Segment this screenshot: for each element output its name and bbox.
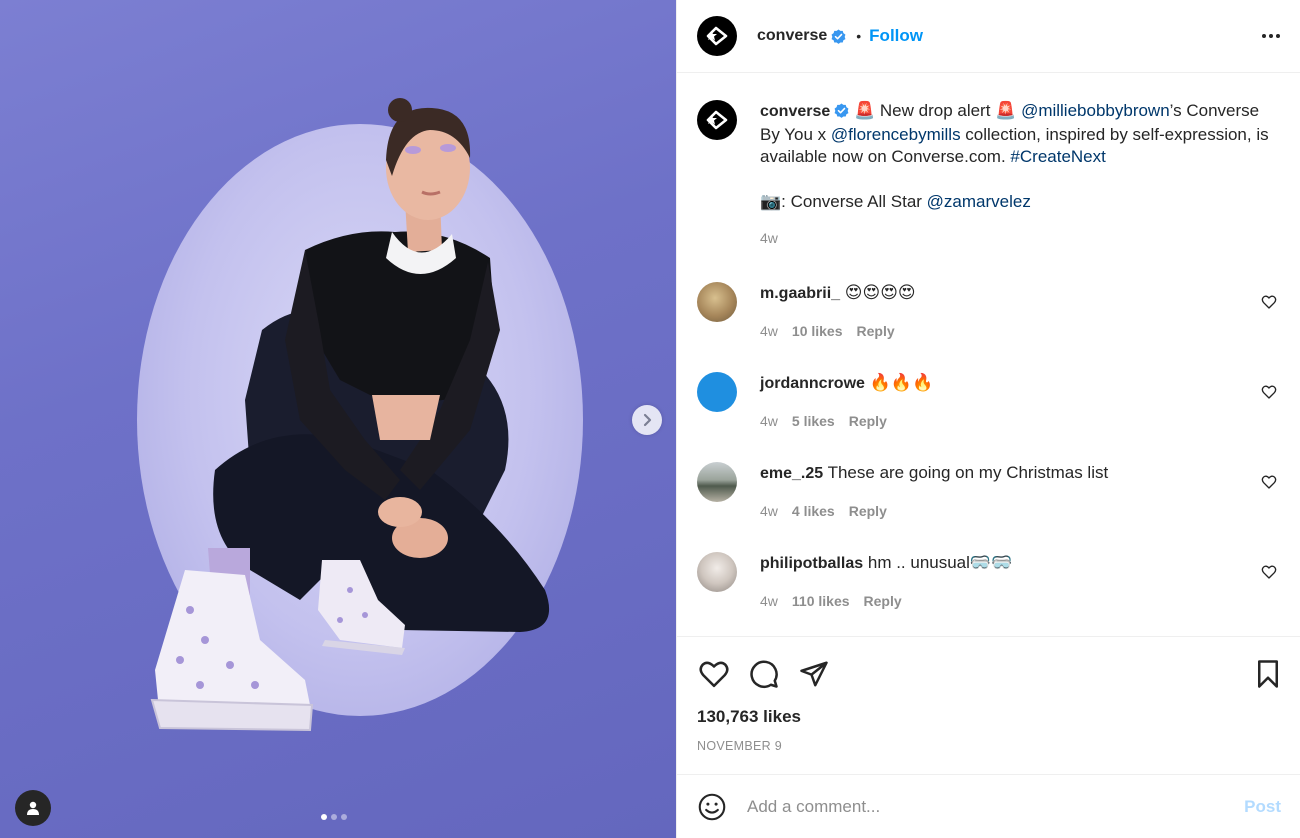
post-side-panel: converse • Follow converse 🚨 New drop al… xyxy=(676,0,1300,838)
comment-timestamp[interactable]: 4w xyxy=(760,500,778,523)
add-comment-bar: Post xyxy=(677,774,1300,838)
commenter-avatar[interactable] xyxy=(697,282,737,322)
post-photo[interactable] xyxy=(0,0,676,838)
comment-input[interactable] xyxy=(747,796,1245,817)
carousel-dot xyxy=(341,814,347,820)
caption-username[interactable]: converse xyxy=(760,103,830,120)
carousel-dot xyxy=(331,814,337,820)
verified-badge-icon xyxy=(831,28,846,44)
comment-text: These are going on my Christmas list xyxy=(827,463,1109,482)
comment-text: 🔥🔥🔥 xyxy=(869,373,934,392)
photo-credit-text: 📷: Converse All Star xyxy=(760,191,927,211)
share-button[interactable] xyxy=(797,657,831,691)
chevron-right-icon xyxy=(643,413,652,427)
model-illustration xyxy=(150,98,550,732)
heart-icon xyxy=(699,661,729,688)
comment-likes[interactable]: 4 likes xyxy=(792,500,835,523)
user-tag-icon xyxy=(27,801,39,815)
comments-list[interactable]: converse 🚨 New drop alert 🚨 @milliebobby… xyxy=(677,74,1300,636)
heart-icon[interactable] xyxy=(1261,384,1277,400)
smiley-icon xyxy=(698,793,726,820)
commenter-avatar[interactable] xyxy=(697,462,737,502)
post-actions: 130,763 likes NOVEMBER 9 xyxy=(677,636,1300,753)
hashtag-link[interactable]: #CreateNext xyxy=(1010,147,1105,166)
converse-logo-icon xyxy=(706,110,728,130)
like-count[interactable]: 130,763 likes xyxy=(697,707,801,727)
comment-icon xyxy=(750,660,778,688)
like-button[interactable] xyxy=(697,657,731,691)
comment-item: eme_.25 These are going on my Christmas … xyxy=(697,462,1281,522)
commenter-username[interactable]: philipotballas xyxy=(760,555,863,572)
commenter-username[interactable]: eme_.25 xyxy=(760,465,823,482)
comment-likes[interactable]: 10 likes xyxy=(792,320,843,343)
reply-button[interactable]: Reply xyxy=(857,320,895,343)
comment-item: m.gaabrii_ 😍😍😍😍 4w 10 likes Reply xyxy=(697,282,1281,342)
mention-link[interactable]: @zamarvelez xyxy=(927,192,1031,211)
bookmark-icon xyxy=(1258,660,1278,688)
comment-likes[interactable]: 110 likes xyxy=(792,590,850,613)
author-avatar[interactable] xyxy=(697,16,737,56)
post-date[interactable]: NOVEMBER 9 xyxy=(697,739,782,753)
commenter-username[interactable]: m.gaabrii_ xyxy=(760,285,840,302)
tagged-users-button[interactable] xyxy=(15,790,51,826)
comment-text: hm .. unusual🥽🥽 xyxy=(867,553,1013,572)
heart-icon[interactable] xyxy=(1261,564,1277,580)
paper-plane-icon xyxy=(800,661,828,687)
commenter-username[interactable]: jordanncrowe xyxy=(760,375,865,392)
caption-timestamp[interactable]: 4w xyxy=(760,227,778,250)
reply-button[interactable]: Reply xyxy=(849,410,887,433)
next-photo-button[interactable] xyxy=(632,405,662,435)
mention-link[interactable]: @florencebymills xyxy=(831,125,961,144)
header-separator: • xyxy=(856,28,862,44)
emoji-button[interactable] xyxy=(697,792,727,822)
carousel-dot-active xyxy=(321,814,327,820)
comment-timestamp[interactable]: 4w xyxy=(760,590,778,613)
mention-link[interactable]: @milliebobbybrown xyxy=(1021,101,1170,120)
commenter-avatar[interactable] xyxy=(697,372,737,412)
reply-button[interactable]: Reply xyxy=(849,500,887,523)
verified-badge-icon xyxy=(834,103,849,118)
comment-timestamp[interactable]: 4w xyxy=(760,410,778,433)
heart-icon[interactable] xyxy=(1261,474,1277,490)
author-username[interactable]: converse xyxy=(757,27,827,45)
heart-icon[interactable] xyxy=(1261,294,1277,310)
comment-item: philipotballas hm .. unusual🥽🥽 4w 110 li… xyxy=(697,552,1281,612)
comment-text: 😍😍😍😍 xyxy=(844,283,916,302)
comment-item: jordanncrowe 🔥🔥🔥 4w 5 likes Reply xyxy=(697,372,1281,432)
follow-button[interactable]: Follow xyxy=(869,26,923,46)
reply-button[interactable]: Reply xyxy=(864,590,902,613)
more-options-icon[interactable] xyxy=(1262,28,1280,44)
caption-text: 🚨 New drop alert 🚨 xyxy=(854,101,1022,120)
converse-logo-icon xyxy=(706,26,728,46)
caption-avatar[interactable] xyxy=(697,100,737,140)
save-button[interactable] xyxy=(1251,657,1285,691)
commenter-avatar[interactable] xyxy=(697,552,737,592)
comment-button[interactable] xyxy=(747,657,781,691)
comment-timestamp[interactable]: 4w xyxy=(760,320,778,343)
carousel-indicator xyxy=(321,814,347,820)
post-caption: converse 🚨 New drop alert 🚨 @milliebobby… xyxy=(697,100,1281,250)
post-header: converse • Follow xyxy=(677,0,1300,73)
comment-likes[interactable]: 5 likes xyxy=(792,410,835,433)
post-comment-button[interactable]: Post xyxy=(1244,797,1281,817)
